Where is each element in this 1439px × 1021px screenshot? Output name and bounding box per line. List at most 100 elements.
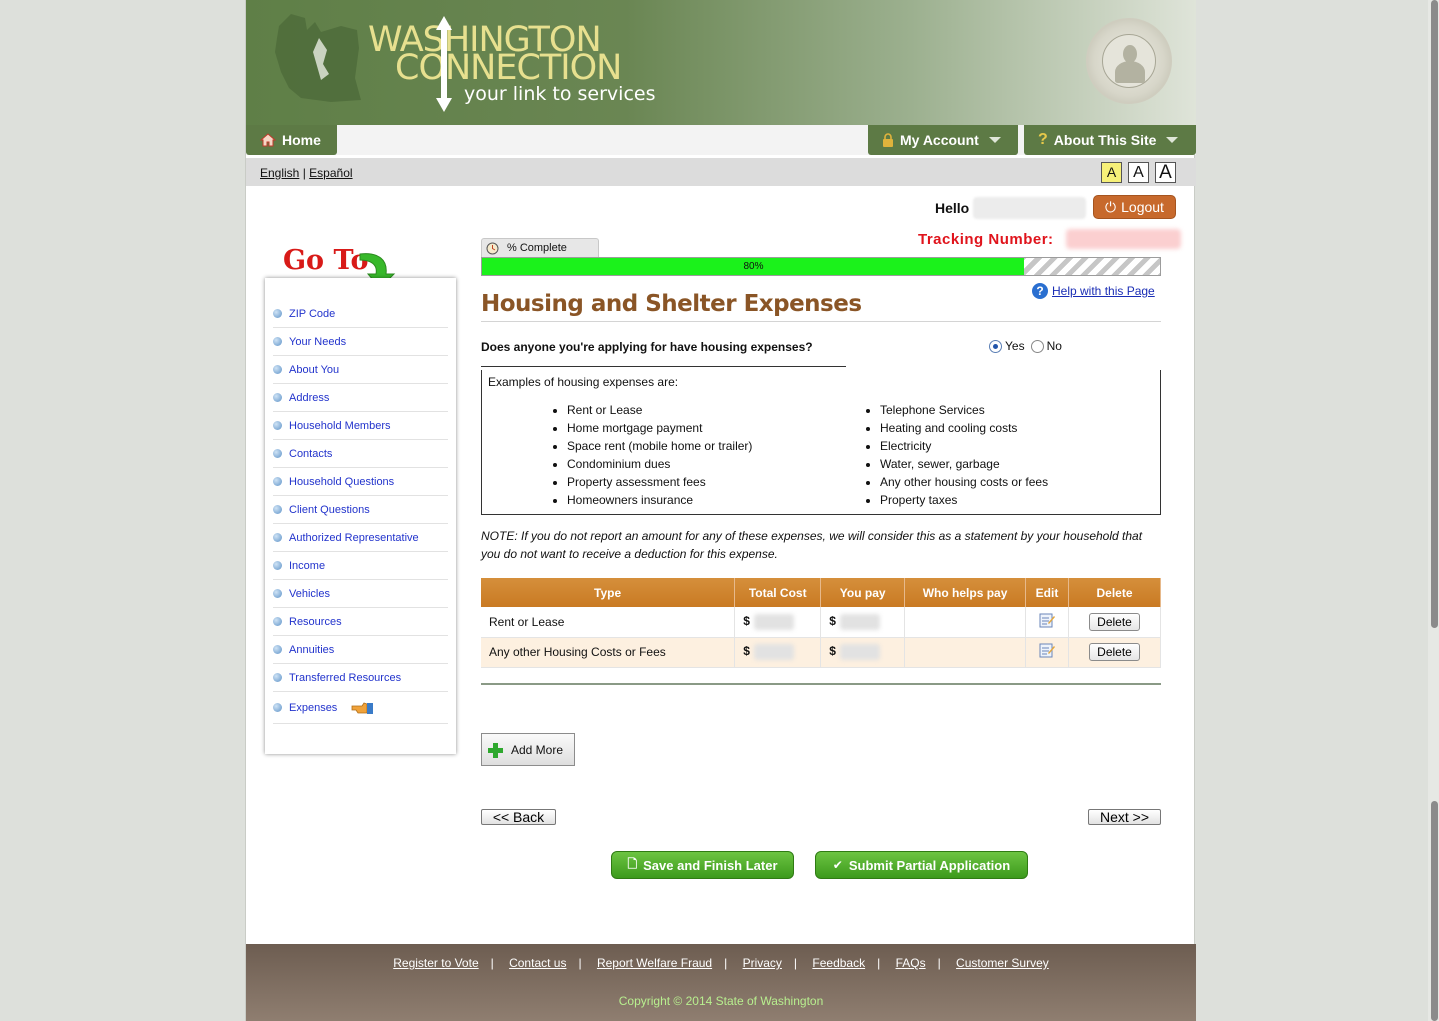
radio-no[interactable]	[1030, 339, 1044, 353]
goto-item-annuities[interactable]: Annuities	[273, 636, 448, 664]
divider	[481, 366, 846, 367]
edit-icon[interactable]	[1039, 643, 1055, 658]
delete-button[interactable]: Delete	[1089, 643, 1140, 661]
home-icon	[260, 133, 276, 147]
bullet-icon	[273, 337, 282, 346]
add-more-button[interactable]: Add More	[481, 733, 575, 766]
footer-separator: |	[578, 956, 582, 970]
goto-item-resources[interactable]: Resources	[273, 608, 448, 636]
lang-english-link[interactable]: English	[260, 166, 299, 180]
divider	[481, 321, 1161, 322]
nav-my-account-label: My Account	[900, 132, 979, 148]
main-nav: Home My Account ? About This Site	[246, 125, 1196, 155]
font-size-large-button[interactable]: A	[1155, 162, 1176, 183]
logo-line2: CONNECTION	[395, 48, 622, 88]
goto-item-vehicles[interactable]: Vehicles	[273, 580, 448, 608]
footer-link-faqs[interactable]: FAQs	[896, 956, 926, 970]
col-who-helps-pay: Who helps pay	[904, 578, 1027, 607]
footer-link-feedback[interactable]: Feedback	[812, 956, 865, 970]
add-more-label: Add More	[511, 742, 564, 757]
goto-item-client-questions[interactable]: Client Questions	[273, 496, 448, 524]
chevron-down-icon	[1166, 137, 1179, 143]
radio-yes-label: Yes	[1005, 339, 1025, 353]
bullet-icon	[273, 309, 282, 318]
nav-my-account[interactable]: My Account	[868, 125, 1018, 155]
example-item: Electricity	[880, 437, 1048, 455]
copyright: Copyright © 2014 State of Washington	[618, 994, 824, 1008]
chevron-down-icon	[988, 137, 1001, 143]
goto-item-transferred-resources[interactable]: Transferred Resources	[273, 664, 448, 692]
goto-item-household-members[interactable]: Household Members	[273, 412, 448, 440]
scrollbar-thumb[interactable]	[1431, 0, 1438, 628]
bullet-icon	[273, 505, 282, 514]
logout-label: Logout	[1121, 199, 1164, 215]
help-link[interactable]: Help with this Page	[1052, 284, 1155, 298]
hello-text: Hello	[935, 200, 970, 216]
language-bar: English | Español A A A	[246, 158, 1196, 186]
example-item: Home mortgage payment	[567, 419, 752, 437]
lock-icon	[883, 133, 893, 147]
goto-item-authorized-representative[interactable]: Authorized Representative	[273, 524, 448, 552]
nav-home[interactable]: Home	[246, 125, 337, 155]
logout-button[interactable]: ⏻ Logout	[1093, 195, 1176, 219]
goto-item-zip-code[interactable]: ZIP Code	[273, 300, 448, 328]
goto-item-expenses[interactable]: Expenses	[273, 692, 448, 724]
submit-partial-button[interactable]: ✔ Submit Partial Application	[815, 851, 1028, 879]
footer-link-survey[interactable]: Customer Survey	[956, 956, 1049, 970]
edit-icon[interactable]	[1039, 613, 1055, 628]
cell-type: Rent or Lease	[481, 607, 736, 638]
page: WASHINGTON CONNECTION your link to servi…	[245, 0, 1196, 1021]
col-type: Type	[481, 578, 736, 607]
bullet-icon	[273, 673, 282, 682]
example-item: Property assessment fees	[567, 473, 752, 491]
bullet-icon	[273, 589, 282, 598]
col-edit: Edit	[1025, 578, 1069, 607]
nav-home-label: Home	[282, 132, 321, 148]
logo-arrow-icon	[436, 16, 452, 112]
footer-separator: |	[793, 956, 798, 970]
radio-yes[interactable]	[989, 339, 1002, 353]
goto-item-label: Client Questions	[289, 503, 370, 516]
next-button[interactable]: Next >>	[1088, 809, 1161, 825]
redacted-tracking-number	[1066, 229, 1181, 249]
cell-total-cost: $	[734, 637, 822, 668]
goto-item-contacts[interactable]: Contacts	[273, 440, 448, 468]
goto-item-about-you[interactable]: About You	[273, 356, 448, 384]
goto-item-label: Household Members	[289, 419, 391, 432]
scrollbar-thumb[interactable]	[1431, 801, 1438, 1021]
back-button[interactable]: << Back	[481, 809, 556, 825]
save-finish-later-button[interactable]: 🗋 Save and Finish Later	[611, 851, 794, 879]
tracking-number-label: Tracking Number:	[918, 231, 1054, 248]
note-text: NOTE: If you do not report an amount for…	[481, 529, 1143, 561]
footer-separator: |	[724, 956, 728, 970]
example-item: Any other housing costs or fees	[880, 473, 1048, 491]
goto-item-address[interactable]: Address	[273, 384, 448, 412]
footer-link-report-fraud[interactable]: Report Welfare Fraud	[597, 956, 712, 970]
examples-list-2: Telephone Services Heating and cooling c…	[880, 401, 1048, 509]
goto-item-income[interactable]: Income	[273, 552, 448, 580]
footer: Register to Vote | Contact us | Report Wel…	[246, 944, 1196, 1021]
font-size-medium-button[interactable]: A	[1128, 162, 1149, 183]
goto-item-household-questions[interactable]: Household Questions	[273, 468, 448, 496]
delete-button[interactable]: Delete	[1089, 612, 1140, 631]
example-item: Space rent (mobile home or trailer)	[567, 437, 752, 455]
nav-about-site[interactable]: ? About This Site	[1024, 125, 1196, 155]
save-label: Save and Finish Later	[643, 857, 778, 873]
font-size-small-button[interactable]: A	[1101, 162, 1122, 183]
cell-delete: Delete	[1068, 607, 1161, 638]
goto-item-your-needs[interactable]: Your Needs	[273, 328, 448, 356]
table-header-row: Type Total Cost You pay Who helps pay Ed…	[481, 578, 1161, 607]
goto-item-label: Authorized Representative	[289, 531, 419, 544]
footer-link-privacy[interactable]: Privacy	[743, 956, 782, 970]
example-item: Rent or Lease	[567, 401, 752, 419]
footer-link-register-vote[interactable]: Register to Vote	[393, 956, 478, 970]
goto-item-label: Vehicles	[289, 587, 330, 600]
goto-item-label: Address	[289, 391, 330, 404]
lang-spanish-link[interactable]: Español	[309, 166, 352, 180]
col-you-pay: You pay	[820, 578, 906, 607]
cell-total-cost: $	[734, 607, 822, 638]
footer-links: Register to Vote | Contact us | Report Wel…	[246, 956, 1196, 970]
housing-question: Does anyone you're applying for have hou…	[481, 340, 813, 354]
footer-link-contact[interactable]: Contact us	[509, 956, 566, 970]
plus-icon	[488, 742, 503, 758]
